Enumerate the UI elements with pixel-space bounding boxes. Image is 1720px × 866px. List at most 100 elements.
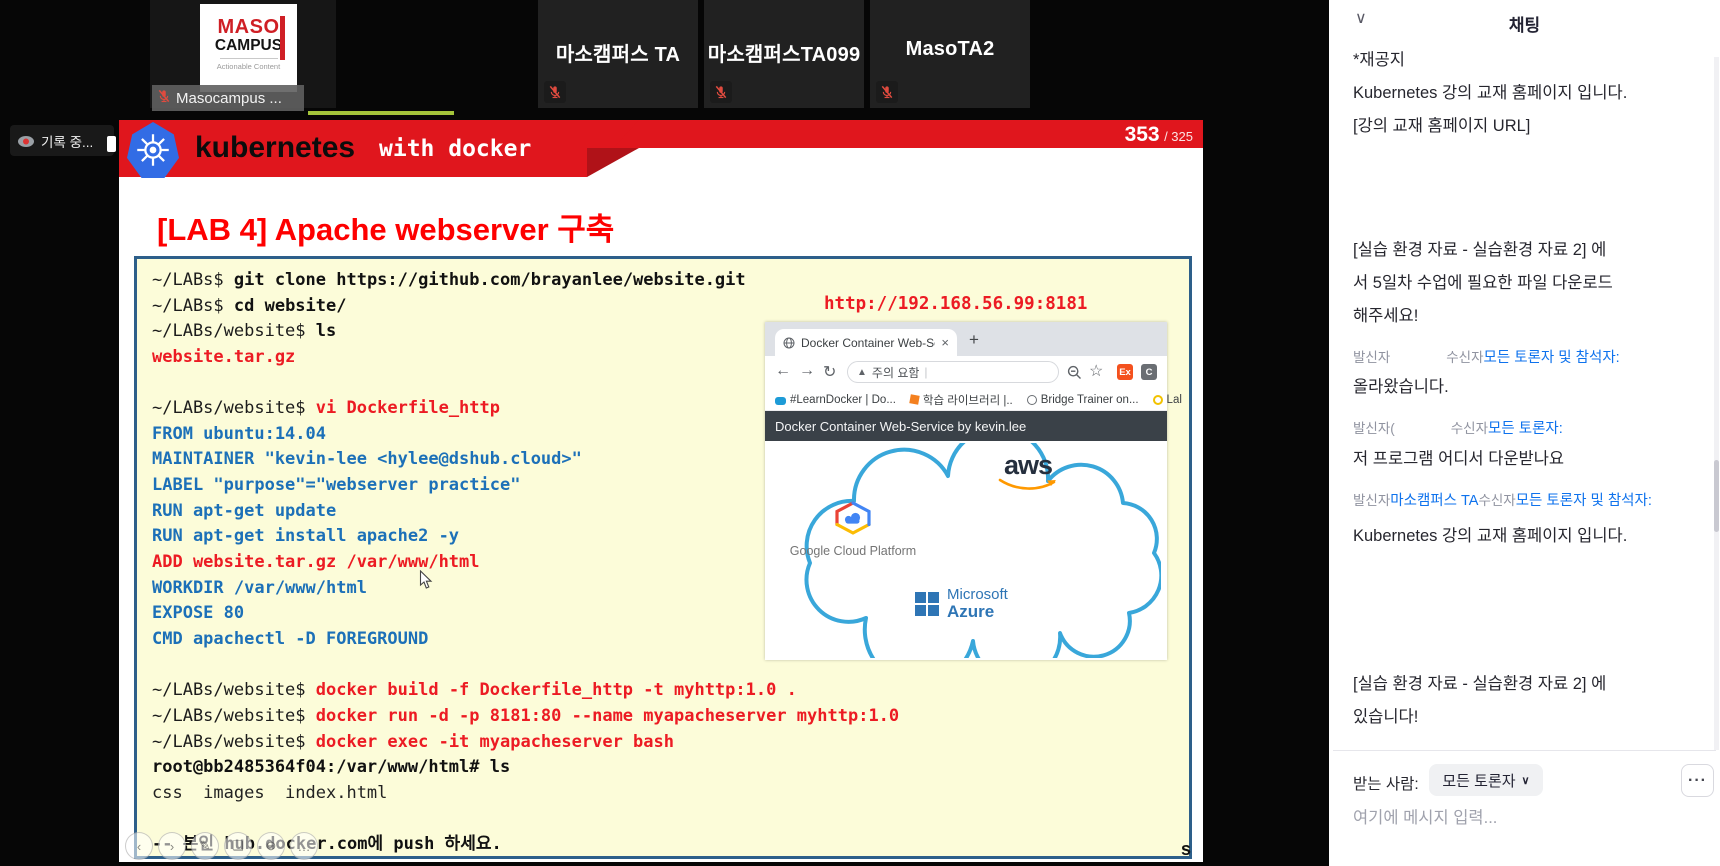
code-line: ~/LABs/website$ docker build -f Dockerfi… xyxy=(152,678,1185,704)
video-tile[interactable]: MasoTA2 xyxy=(870,0,1030,108)
code-line: css images index.html xyxy=(152,781,1185,807)
muted-mic-icon xyxy=(710,81,732,103)
presenter-tool-icon[interactable]: ❏ xyxy=(224,832,252,860)
browser-screenshot: Docker Container Web-Service × + ← → ↻ ▲… xyxy=(765,322,1167,660)
new-tab-button[interactable]: + xyxy=(969,330,979,350)
panel-handle[interactable] xyxy=(107,136,116,152)
recipient-value: 모든 토론자 xyxy=(1442,770,1515,791)
chat-message-line: [실습 환경 자료 - 실습환경 자료 2] 에 xyxy=(1353,234,1706,267)
chat-message-line: *재공지 xyxy=(1353,44,1706,77)
recording-indicator[interactable]: 기록 중... xyxy=(10,125,114,156)
recipients: 모든 토론자 및 참석자: xyxy=(1516,493,1652,509)
chat-message: 올라왔습니다. xyxy=(1353,371,1706,404)
tab-close-icon[interactable]: × xyxy=(941,335,949,350)
sender-name: 마소캠퍼스 TA xyxy=(1390,488,1478,514)
from-label: 발신자 xyxy=(1353,350,1390,365)
video-tile-masocampus[interactable]: MASO CAMPUS Actionable Content Masocampu… xyxy=(150,0,336,108)
logo-tagline: Actionable Content xyxy=(200,62,297,71)
browser-address-bar: ← → ↻ ▲ 주의 요함 | ☆ Ex C xyxy=(765,356,1167,390)
chat-message-line: 서 5일차 수업에 필요한 파일 다운로드 xyxy=(1353,267,1706,300)
recipients: 모든 토론자: xyxy=(1488,421,1563,437)
chat-scrollbar-thumb[interactable] xyxy=(1714,460,1719,532)
bookmark-item[interactable]: Bridge Trainer on... xyxy=(1027,394,1139,406)
chat-message-line: Kubernetes 강의 교재 홈페이지 입니다. xyxy=(1353,77,1706,110)
bookmark-item[interactable]: Lal xyxy=(1153,394,1182,406)
participant-name: 마소캠퍼스 TA xyxy=(538,38,698,67)
code-line: ~/LABs/website$ docker exec -it myapache… xyxy=(152,730,1185,756)
site-header: Docker Container Web-Service by kevin.le… xyxy=(765,411,1167,441)
chat-message: [실습 환경 자료 - 실습환경 자료 2] 에서 5일차 수업에 필요한 파일… xyxy=(1353,234,1706,333)
bookmark-star-icon[interactable]: ☆ xyxy=(1089,361,1103,381)
presenter-tool-icon[interactable]: … xyxy=(290,832,318,860)
chat-message-header: 발신자수신자모든 토론자 및 참석자: xyxy=(1353,345,1706,371)
chat-message: 저 프로그램 어디서 다운받나요 xyxy=(1353,443,1706,476)
address-input[interactable]: ▲ 주의 요함 | xyxy=(847,361,1059,383)
from-label: 발신자 xyxy=(1353,493,1390,508)
chat-more-button[interactable]: ··· xyxy=(1681,764,1714,797)
chat-message-line: [실습 환경 자료 - 실습환경 자료 2] 에 xyxy=(1353,668,1706,701)
to-label: 수신자 xyxy=(1478,493,1515,508)
mouse-cursor-icon xyxy=(419,570,433,590)
banner-title-with-docker: with docker xyxy=(379,136,531,162)
presenter-tool-icon[interactable]: › xyxy=(158,832,186,860)
browser-tab[interactable]: Docker Container Web-Service × xyxy=(775,329,957,356)
presenter-tool-icon[interactable]: ✎ xyxy=(191,832,219,860)
slide-heading: [LAB 4] Apache webserver 구축 xyxy=(157,204,614,249)
gcp-label: Google Cloud Platform xyxy=(783,544,923,558)
compose-divider xyxy=(1333,750,1716,751)
azure-logo: Microsoft Azure xyxy=(915,587,1008,620)
presenter-tool-icon[interactable]: ⊖ xyxy=(257,832,285,860)
tab-title: Docker Container Web-Service xyxy=(801,336,935,350)
globe-icon xyxy=(1027,395,1037,405)
chat-message: Kubernetes 강의 교재 홈페이지 입니다. xyxy=(1353,520,1706,553)
chat-scrollbar-track[interactable] xyxy=(1714,57,1719,750)
muted-mic-icon xyxy=(544,81,566,103)
aws-text: aws xyxy=(997,453,1059,477)
chat-message-header: 발신자마소캠퍼스 TA수신자모든 토론자 및 참석자: xyxy=(1353,488,1706,514)
bookmark-label: #LearnDocker | Do... xyxy=(790,394,896,406)
bookmark-item[interactable]: #LearnDocker | Do... xyxy=(775,394,896,406)
extension-icon[interactable]: C xyxy=(1141,364,1157,380)
participant-name: 마소캠퍼스TA099 xyxy=(704,38,864,67)
bookmark-label: Bridge Trainer on... xyxy=(1041,394,1139,406)
logo-divider xyxy=(220,58,278,59)
docker-whale-icon xyxy=(775,397,786,405)
extension-icon[interactable]: Ex xyxy=(1117,364,1133,380)
zoom-meeting-window: MASO CAMPUS Actionable Content Masocampu… xyxy=(0,0,1720,866)
participant-name-bar: Masocampus ... xyxy=(152,85,304,111)
cloud-recording-icon xyxy=(17,134,35,148)
muted-mic-icon xyxy=(157,89,171,107)
browser-content: Google Cloud Platform aws Microsoft xyxy=(765,441,1167,660)
reload-icon[interactable]: ↻ xyxy=(823,362,836,382)
presenter-tool-icon[interactable]: ‹ xyxy=(125,832,153,860)
to-label: 수신자 xyxy=(1446,350,1483,365)
from-label: 발신자( xyxy=(1353,421,1395,436)
shared-screen-slide: kubernetes with docker 353 / 325 [LAB 4]… xyxy=(119,120,1203,862)
code-line: ~/LABs$ git clone https://github.com/bra… xyxy=(152,268,1185,294)
bookmark-item[interactable]: 학습 라이브러리 |.. xyxy=(910,392,1013,408)
globe-favicon-icon xyxy=(783,337,795,349)
chat-message-line: 저 프로그램 어디서 다운받나요 xyxy=(1353,443,1706,476)
microsoft-window-icon xyxy=(915,592,939,616)
video-tile[interactable]: 마소캠퍼스 TA xyxy=(538,0,698,108)
message-input[interactable]: 여기에 메시지 입력... xyxy=(1353,804,1497,828)
url-label: http://192.168.56.99:8181 xyxy=(824,294,1087,314)
security-warning-icon: ▲ xyxy=(857,367,867,378)
chat-message-line: 있습니다! xyxy=(1353,701,1706,734)
chat-message-line: [강의 교재 홈페이지 URL] xyxy=(1353,110,1706,143)
zoom-out-icon[interactable] xyxy=(1067,365,1082,380)
aws-logo: aws xyxy=(997,453,1059,498)
forward-icon[interactable]: → xyxy=(799,362,815,380)
recipient-dropdown[interactable]: 모든 토론자 ∨ xyxy=(1429,764,1543,796)
code-line: ~/LABs/website$ docker run -d -p 8181:80… xyxy=(152,704,1185,730)
banner-title-kubernetes: kubernetes xyxy=(195,131,355,165)
presenter-toolbar: ‹›✎❏⊖… xyxy=(125,832,318,860)
security-warning-text: 주의 요함 xyxy=(872,364,920,381)
azure-label: Azure xyxy=(947,603,1008,620)
back-icon[interactable]: ← xyxy=(775,362,791,380)
chat-panel: ∨ 채팅 *재공지Kubernetes 강의 교재 홈페이지 입니다.[강의 교… xyxy=(1329,0,1720,866)
google-cloud-logo: Google Cloud Platform xyxy=(783,501,923,558)
participant-name: Masocampus ... xyxy=(176,90,282,107)
video-tile[interactable]: 마소캠퍼스TA099 xyxy=(704,0,864,108)
recipient-label: 받는 사람: xyxy=(1353,772,1419,794)
